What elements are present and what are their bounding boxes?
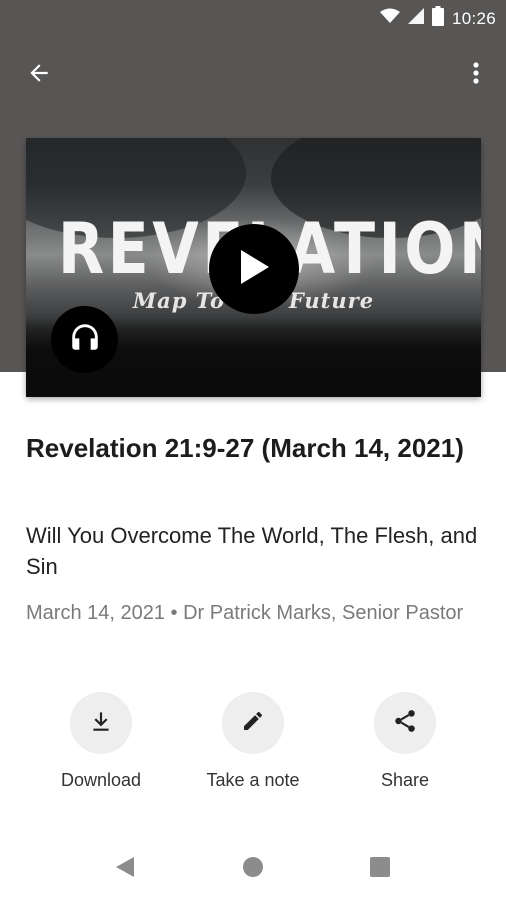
- status-bar: 10:26: [0, 0, 506, 36]
- download-button[interactable]: Download: [26, 692, 176, 791]
- system-nav-bar: [0, 834, 506, 900]
- audio-only-button[interactable]: [51, 306, 118, 373]
- download-icon: [88, 708, 114, 739]
- wifi-icon: [379, 8, 400, 29]
- back-button[interactable]: [22, 58, 56, 92]
- status-icons: 10:26: [379, 6, 496, 31]
- square-recents-icon: [369, 856, 391, 883]
- download-circle: [70, 692, 132, 754]
- sermon-meta: March 14, 2021 • Dr Patrick Marks, Senio…: [26, 602, 464, 624]
- battery-icon: [431, 6, 444, 31]
- download-label: Download: [60, 770, 142, 790]
- nav-back-button[interactable]: [110, 854, 140, 884]
- share-circle: [374, 692, 436, 754]
- share-button[interactable]: Share: [330, 692, 480, 791]
- sermon-artwork[interactable]: REVELATION Map To The Future: [26, 138, 481, 397]
- share-label: Share: [380, 770, 430, 790]
- sermon-title: Revelation 21:9-27 (March 14, 2021): [26, 433, 464, 463]
- triangle-back-icon: [114, 855, 136, 884]
- nav-recents-button[interactable]: [365, 854, 395, 884]
- share-icon: [392, 708, 418, 739]
- more-options-button[interactable]: [464, 58, 488, 92]
- headphones-icon: [68, 320, 102, 359]
- cell-signal-icon: [407, 8, 424, 29]
- take-note-label: Take a note: [206, 770, 300, 790]
- arrow-back-icon: [26, 60, 52, 91]
- home-circle-icon: [242, 856, 264, 883]
- play-button[interactable]: [209, 224, 299, 314]
- sermon-subtitle: Will You Overcome The World, The Flesh, …: [26, 523, 478, 579]
- play-icon: [237, 248, 271, 291]
- more-vert-icon: [473, 61, 479, 90]
- pencil-icon: [241, 709, 265, 738]
- status-time: 10:26: [451, 8, 496, 28]
- take-note-circle: [222, 692, 284, 754]
- take-note-button[interactable]: Take a note: [178, 692, 328, 791]
- nav-home-button[interactable]: [238, 854, 268, 884]
